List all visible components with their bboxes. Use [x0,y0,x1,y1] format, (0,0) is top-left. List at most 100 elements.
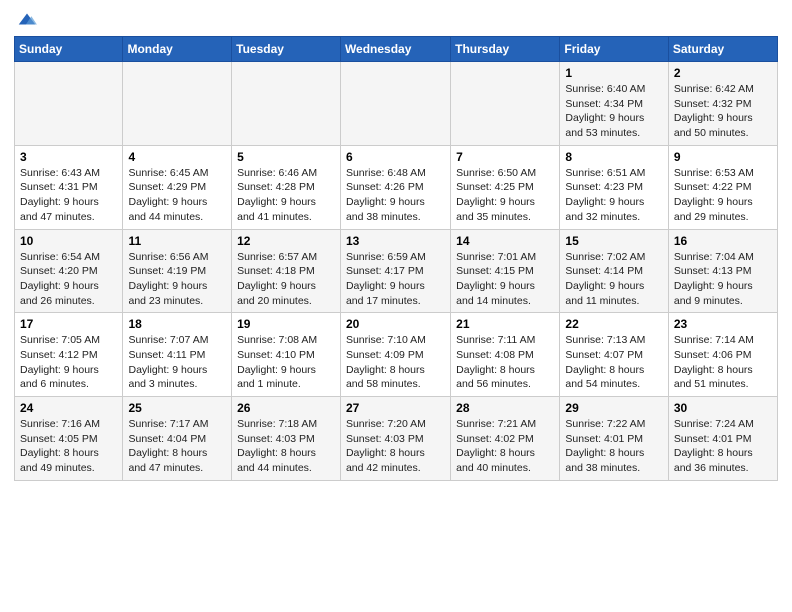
day-detail: Sunrise: 7:17 AM Sunset: 4:04 PM Dayligh… [128,417,226,476]
day-detail: Sunrise: 6:54 AM Sunset: 4:20 PM Dayligh… [20,250,117,309]
calendar-week-4: 17Sunrise: 7:05 AM Sunset: 4:12 PM Dayli… [15,313,778,397]
day-detail: Sunrise: 7:04 AM Sunset: 4:13 PM Dayligh… [674,250,772,309]
day-detail: Sunrise: 7:11 AM Sunset: 4:08 PM Dayligh… [456,333,554,392]
day-detail: Sunrise: 6:56 AM Sunset: 4:19 PM Dayligh… [128,250,226,309]
calendar-cell: 16 Sunrise: 7:04 AM Sunset: 4:13 PM Dayli… [668,229,777,313]
day-number: 25 [128,401,226,415]
calendar-cell [340,62,450,146]
calendar-cell: 19 Sunrise: 7:08 AM Sunset: 4:10 PM Dayli… [232,313,341,397]
day-detail: Sunrise: 6:40 AM Sunset: 4:34 PM Dayligh… [565,82,662,141]
day-number: 16 [674,234,772,248]
day-number: 19 [237,317,335,331]
day-number: 26 [237,401,335,415]
calendar-cell: 30 Sunrise: 7:24 AM Sunset: 4:01 PM Dayli… [668,397,777,481]
day-number: 8 [565,150,662,164]
calendar-cell: 2 Sunrise: 6:42 AM Sunset: 4:32 PM Daylig… [668,62,777,146]
day-detail: Sunrise: 7:14 AM Sunset: 4:06 PM Dayligh… [674,333,772,392]
day-header-monday: Monday [123,37,232,62]
day-number: 5 [237,150,335,164]
calendar-cell [123,62,232,146]
day-detail: Sunrise: 7:13 AM Sunset: 4:07 PM Dayligh… [565,333,662,392]
day-detail: Sunrise: 7:05 AM Sunset: 4:12 PM Dayligh… [20,333,117,392]
calendar-cell: 22 Sunrise: 7:13 AM Sunset: 4:07 PM Dayli… [560,313,668,397]
calendar-week-5: 24 Sunrise: 7:16 AM Sunset: 4:05 PM Dayli… [15,397,778,481]
calendar-week-1: 1 Sunrise: 6:40 AM Sunset: 4:34 PM Daylig… [15,62,778,146]
day-detail: Sunrise: 7:08 AM Sunset: 4:10 PM Dayligh… [237,333,335,392]
day-detail: Sunrise: 7:21 AM Sunset: 4:02 PM Dayligh… [456,417,554,476]
logo [14,10,38,30]
day-detail: Sunrise: 7:07 AM Sunset: 4:11 PM Dayligh… [128,333,226,392]
calendar-cell: 17Sunrise: 7:05 AM Sunset: 4:12 PM Dayli… [15,313,123,397]
calendar-cell: 12 Sunrise: 6:57 AM Sunset: 4:18 PM Dayli… [232,229,341,313]
day-detail: Sunrise: 6:53 AM Sunset: 4:22 PM Dayligh… [674,166,772,225]
day-detail: Sunrise: 7:16 AM Sunset: 4:05 PM Dayligh… [20,417,117,476]
calendar-cell: 29Sunrise: 7:22 AM Sunset: 4:01 PM Dayli… [560,397,668,481]
day-number: 27 [346,401,445,415]
day-number: 11 [128,234,226,248]
day-number: 9 [674,150,772,164]
calendar-cell: 25 Sunrise: 7:17 AM Sunset: 4:04 PM Dayli… [123,397,232,481]
day-detail: Sunrise: 6:59 AM Sunset: 4:17 PM Dayligh… [346,250,445,309]
day-detail: Sunrise: 7:10 AM Sunset: 4:09 PM Dayligh… [346,333,445,392]
day-number: 3 [20,150,117,164]
day-detail: Sunrise: 6:57 AM Sunset: 4:18 PM Dayligh… [237,250,335,309]
calendar-cell: 6Sunrise: 6:48 AM Sunset: 4:26 PM Daylig… [340,145,450,229]
day-number: 21 [456,317,554,331]
day-number: 12 [237,234,335,248]
day-detail: Sunrise: 6:45 AM Sunset: 4:29 PM Dayligh… [128,166,226,225]
day-number: 2 [674,66,772,80]
day-detail: Sunrise: 6:51 AM Sunset: 4:23 PM Dayligh… [565,166,662,225]
day-detail: Sunrise: 6:50 AM Sunset: 4:25 PM Dayligh… [456,166,554,225]
calendar-cell: 3Sunrise: 6:43 AM Sunset: 4:31 PM Daylig… [15,145,123,229]
day-detail: Sunrise: 6:42 AM Sunset: 4:32 PM Dayligh… [674,82,772,141]
calendar-cell: 4 Sunrise: 6:45 AM Sunset: 4:29 PM Daylig… [123,145,232,229]
day-detail: Sunrise: 7:24 AM Sunset: 4:01 PM Dayligh… [674,417,772,476]
day-header-friday: Friday [560,37,668,62]
day-header-tuesday: Tuesday [232,37,341,62]
calendar-cell: 28 Sunrise: 7:21 AM Sunset: 4:02 PM Dayli… [451,397,560,481]
day-number: 1 [565,66,662,80]
day-number: 4 [128,150,226,164]
calendar-cell: 11 Sunrise: 6:56 AM Sunset: 4:19 PM Dayli… [123,229,232,313]
calendar-cell: 7 Sunrise: 6:50 AM Sunset: 4:25 PM Daylig… [451,145,560,229]
day-number: 28 [456,401,554,415]
calendar-cell: 15Sunrise: 7:02 AM Sunset: 4:14 PM Dayli… [560,229,668,313]
day-number: 10 [20,234,117,248]
calendar-cell [15,62,123,146]
day-number: 24 [20,401,117,415]
page-header [14,10,778,30]
calendar-cell: 27 Sunrise: 7:20 AM Sunset: 4:03 PM Dayli… [340,397,450,481]
calendar-week-2: 3Sunrise: 6:43 AM Sunset: 4:31 PM Daylig… [15,145,778,229]
calendar-cell: 23 Sunrise: 7:14 AM Sunset: 4:06 PM Dayli… [668,313,777,397]
calendar-cell: 14 Sunrise: 7:01 AM Sunset: 4:15 PM Dayli… [451,229,560,313]
calendar-cell: 9 Sunrise: 6:53 AM Sunset: 4:22 PM Daylig… [668,145,777,229]
day-header-thursday: Thursday [451,37,560,62]
calendar-cell: 26 Sunrise: 7:18 AM Sunset: 4:03 PM Dayli… [232,397,341,481]
day-detail: Sunrise: 7:18 AM Sunset: 4:03 PM Dayligh… [237,417,335,476]
calendar-cell [451,62,560,146]
calendar-cell [232,62,341,146]
day-number: 23 [674,317,772,331]
logo-icon [16,8,38,30]
day-number: 14 [456,234,554,248]
calendar-cell: 21 Sunrise: 7:11 AM Sunset: 4:08 PM Dayli… [451,313,560,397]
day-detail: Sunrise: 7:20 AM Sunset: 4:03 PM Dayligh… [346,417,445,476]
day-detail: Sunrise: 6:48 AM Sunset: 4:26 PM Dayligh… [346,166,445,225]
calendar-cell: 13Sunrise: 6:59 AM Sunset: 4:17 PM Dayli… [340,229,450,313]
day-header-saturday: Saturday [668,37,777,62]
calendar-cell: 8 Sunrise: 6:51 AM Sunset: 4:23 PM Daylig… [560,145,668,229]
day-number: 29 [565,401,662,415]
calendar-week-3: 10 Sunrise: 6:54 AM Sunset: 4:20 PM Dayli… [15,229,778,313]
calendar-table: SundayMondayTuesdayWednesdayThursdayFrid… [14,36,778,481]
day-header-sunday: Sunday [15,37,123,62]
calendar-header-row: SundayMondayTuesdayWednesdayThursdayFrid… [15,37,778,62]
day-detail: Sunrise: 7:01 AM Sunset: 4:15 PM Dayligh… [456,250,554,309]
calendar-cell: 24 Sunrise: 7:16 AM Sunset: 4:05 PM Dayli… [15,397,123,481]
day-header-wednesday: Wednesday [340,37,450,62]
day-number: 22 [565,317,662,331]
day-number: 7 [456,150,554,164]
day-number: 15 [565,234,662,248]
day-number: 30 [674,401,772,415]
day-detail: Sunrise: 6:46 AM Sunset: 4:28 PM Dayligh… [237,166,335,225]
calendar-cell: 18Sunrise: 7:07 AM Sunset: 4:11 PM Dayli… [123,313,232,397]
